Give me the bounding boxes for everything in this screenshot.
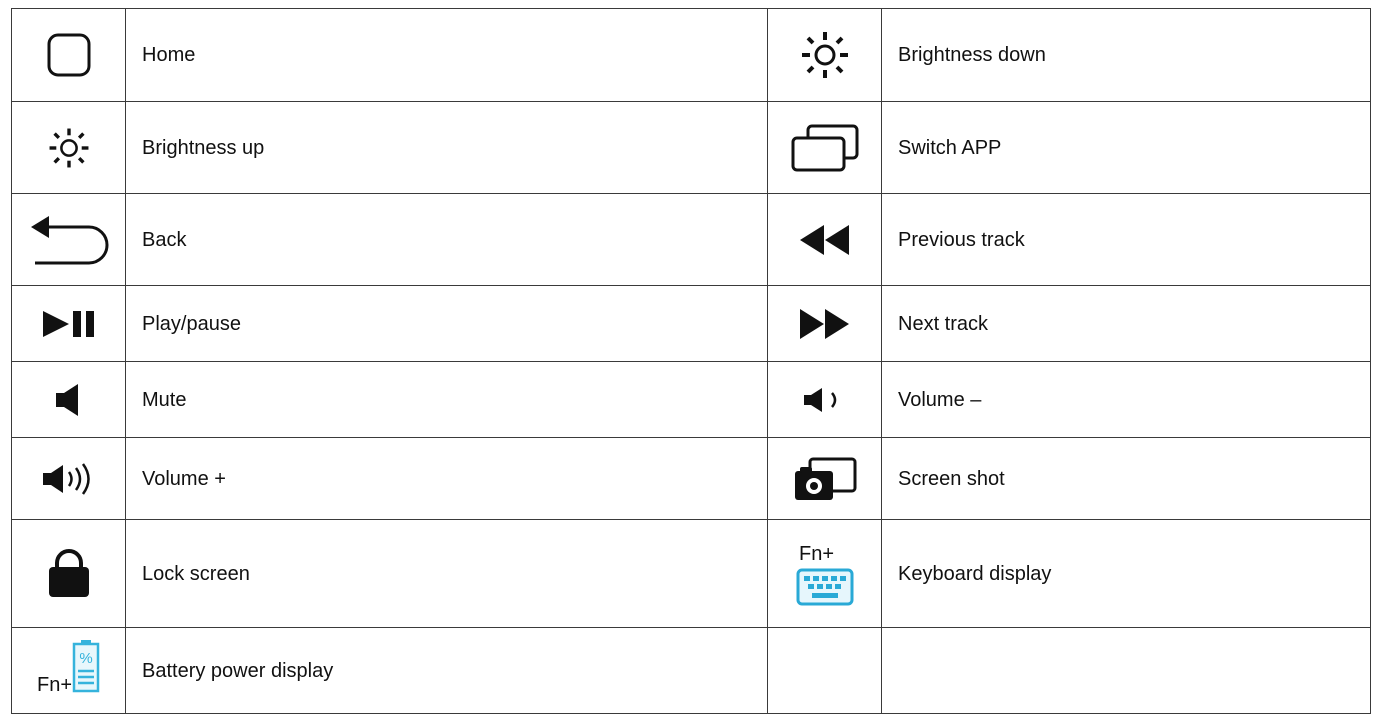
icon-cell: Fn+ % — [11, 627, 126, 714]
key-label: Brightness down — [881, 8, 1371, 102]
fn-battery-combo: Fn+ % — [12, 639, 125, 703]
key-label: Battery power display — [125, 627, 768, 714]
icon-cell — [11, 8, 126, 102]
screen-shot-camera-icon — [794, 457, 856, 500]
home-square-icon — [47, 33, 90, 77]
table-row: Home Brightness down — [11, 8, 1371, 102]
back-arrow-icon — [30, 215, 108, 264]
icon-cell — [11, 285, 126, 362]
icon-cell: Fn+ — [767, 519, 882, 628]
fn-keyboard-combo: Fn+ — [768, 542, 881, 606]
icon-cell — [767, 101, 882, 194]
key-label: Next track — [881, 285, 1371, 362]
table-row: Brightness up Switch APP — [11, 101, 1371, 194]
icon-cell — [11, 437, 126, 520]
volume-up-speaker-icon — [42, 462, 90, 495]
fn-prefix: Fn+ — [36, 673, 73, 696]
empty-icon-cell — [767, 627, 882, 714]
icon-cell — [767, 193, 882, 286]
shortcut-key-table: Home Brightness down Brightness up Switc… — [11, 8, 1371, 714]
brightness-down-icon — [801, 32, 848, 78]
key-label: Back — [125, 193, 768, 286]
brightness-up-icon — [49, 128, 88, 167]
volume-down-speaker-icon — [803, 387, 836, 412]
icon-cell — [767, 437, 882, 520]
key-label: Lock screen — [125, 519, 768, 628]
key-label: Volume – — [881, 361, 1371, 438]
table-row: Fn+ % Battery power display — [11, 627, 1371, 714]
key-label: Screen shot — [881, 437, 1371, 520]
icon-cell — [11, 519, 126, 628]
icon-cell — [767, 285, 882, 362]
icon-cell — [11, 193, 126, 286]
table-row: Lock screen Fn+ Keyboard display — [11, 519, 1371, 628]
switch-app-icon — [791, 124, 858, 171]
icon-cell — [11, 361, 126, 438]
key-label: Keyboard display — [881, 519, 1371, 628]
table-row: Play/pause Next track — [11, 285, 1371, 362]
key-label: Previous track — [881, 193, 1371, 286]
battery-percent-icon: % — [72, 639, 100, 692]
empty-label-cell — [881, 627, 1371, 714]
svg-text:%: % — [79, 650, 92, 667]
key-label: Brightness up — [125, 101, 768, 194]
play-pause-icon — [42, 310, 94, 337]
keyboard-icon — [796, 568, 853, 605]
key-label: Switch APP — [881, 101, 1371, 194]
lock-screen-icon — [48, 548, 89, 597]
fn-prefix: Fn+ — [798, 542, 835, 565]
key-label: Play/pause — [125, 285, 768, 362]
icon-cell — [767, 361, 882, 438]
table-row: Back Previous track — [11, 193, 1371, 286]
table-row: Volume + Screen shot — [11, 437, 1371, 520]
next-track-icon — [799, 308, 849, 339]
icon-cell — [11, 101, 126, 194]
previous-track-icon — [799, 224, 849, 255]
key-label: Home — [125, 8, 768, 102]
mute-speaker-icon — [55, 383, 78, 416]
table-row: Mute Volume – — [11, 361, 1371, 438]
key-label: Volume + — [125, 437, 768, 520]
key-label: Mute — [125, 361, 768, 438]
icon-cell — [767, 8, 882, 102]
